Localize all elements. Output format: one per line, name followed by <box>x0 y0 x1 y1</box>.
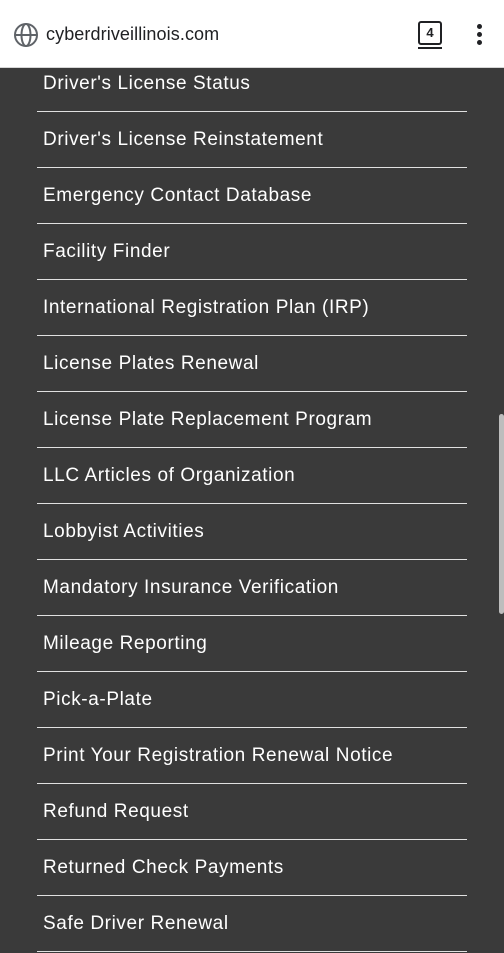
menu-item-label: Refund Request <box>43 801 189 822</box>
menu-item-lobbyist-activities[interactable]: Lobbyist Activities <box>37 504 467 560</box>
menu-item-refund-request[interactable]: Refund Request <box>37 784 467 840</box>
menu-item-safe-driver-renewal[interactable]: Safe Driver Renewal <box>37 896 467 952</box>
menu-item-label: Mandatory Insurance Verification <box>43 577 339 598</box>
menu-item-label: Print Your Registration Renewal Notice <box>43 745 394 766</box>
menu-item-label: License Plate Replacement Program <box>43 409 373 430</box>
menu-item-print-registration-renewal-notice[interactable]: Print Your Registration Renewal Notice <box>37 728 467 784</box>
menu-item-label: Returned Check Payments <box>43 857 284 878</box>
menu-item-returned-check-payments[interactable]: Returned Check Payments <box>37 840 467 896</box>
menu-item-emergency-contact-database[interactable]: Emergency Contact Database <box>37 168 467 224</box>
menu-item-llc-articles-of-organization[interactable]: LLC Articles of Organization <box>37 448 467 504</box>
browser-toolbar: cyberdriveillinois.com 4 <box>0 0 504 68</box>
address-bar-url[interactable]: cyberdriveillinois.com <box>46 24 219 45</box>
menu-item-label: Pick-a-Plate <box>43 689 153 710</box>
services-menu-list: Driver's License Status Driver's License… <box>0 56 504 952</box>
menu-item-label: Facility Finder <box>43 241 171 262</box>
menu-item-drivers-license-reinstatement[interactable]: Driver's License Reinstatement <box>37 112 467 168</box>
menu-item-label: License Plates Renewal <box>43 353 259 374</box>
menu-item-label: LLC Articles of Organization <box>43 465 296 486</box>
menu-item-international-registration-plan[interactable]: International Registration Plan (IRP) <box>37 280 467 336</box>
menu-item-label: Safe Driver Renewal <box>43 913 229 934</box>
menu-item-license-plates-renewal[interactable]: License Plates Renewal <box>37 336 467 392</box>
tab-switcher-underline <box>418 47 442 49</box>
globe-icon[interactable] <box>13 22 39 48</box>
menu-item-label: Mileage Reporting <box>43 633 208 654</box>
tab-switcher-button[interactable]: 4 <box>418 21 442 45</box>
menu-item-label: Driver's License Reinstatement <box>43 129 324 150</box>
menu-item-mandatory-insurance-verification[interactable]: Mandatory Insurance Verification <box>37 560 467 616</box>
menu-item-label: Lobbyist Activities <box>43 521 205 542</box>
menu-item-label: Driver's License Status <box>43 73 251 94</box>
more-vert-icon[interactable] <box>470 22 488 48</box>
menu-item-label: Emergency Contact Database <box>43 185 313 206</box>
menu-item-license-plate-replacement-program[interactable]: License Plate Replacement Program <box>37 392 467 448</box>
menu-item-mileage-reporting[interactable]: Mileage Reporting <box>37 616 467 672</box>
page-scrollbar[interactable] <box>499 414 504 614</box>
menu-item-pick-a-plate[interactable]: Pick-a-Plate <box>37 672 467 728</box>
menu-item-label: International Registration Plan (IRP) <box>43 297 370 318</box>
menu-item-facility-finder[interactable]: Facility Finder <box>37 224 467 280</box>
